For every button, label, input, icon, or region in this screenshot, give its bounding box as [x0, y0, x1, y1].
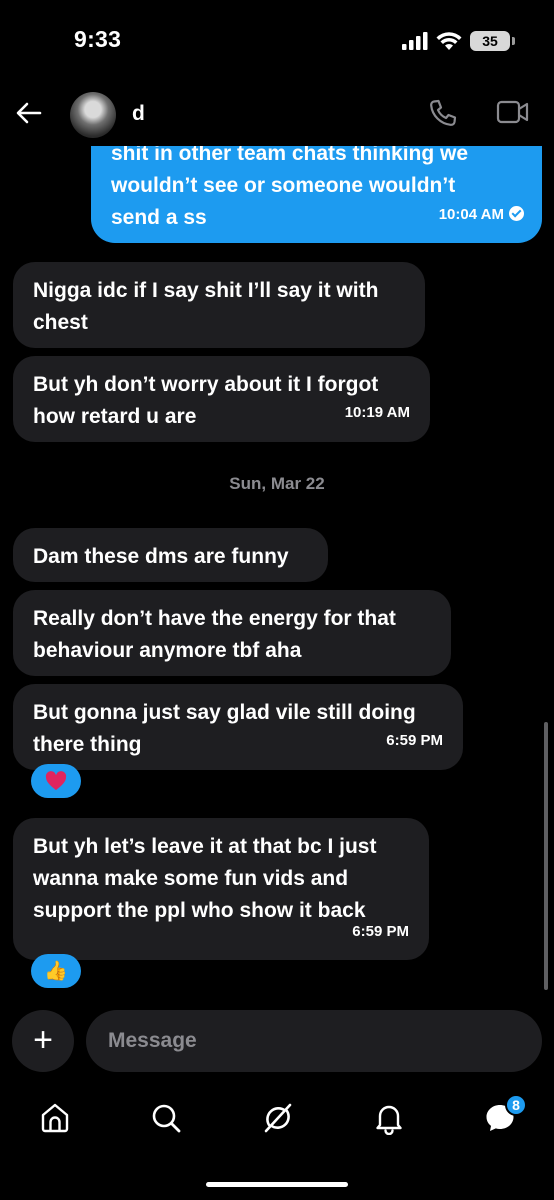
message-text: But gonna just say glad vile still doing… — [33, 701, 416, 756]
tab-notifications[interactable] — [369, 1098, 409, 1138]
search-icon — [152, 1104, 181, 1133]
grok-icon — [264, 1103, 292, 1133]
message-time: 6:59 PM — [352, 923, 409, 940]
heart-icon — [45, 771, 67, 791]
message-received[interactable]: Dam these dms are funny — [13, 528, 328, 582]
message-text: Dam these dms are funny — [33, 545, 289, 568]
message-time: 6:59 PM — [386, 732, 443, 749]
message-time: 10:04 AM — [439, 199, 524, 231]
composer: + Message — [0, 1010, 554, 1072]
scrollbar[interactable] — [544, 722, 548, 990]
message-text: Nigga idc if I say shit I’ll say it with… — [33, 279, 379, 334]
message-received[interactable]: Really don’t have the energy for that be… — [13, 590, 451, 676]
plus-icon: + — [33, 1020, 53, 1059]
message-text: But yh let’s leave it at that bc I just … — [33, 835, 377, 922]
bottom-tab-bar: 8 — [0, 1090, 554, 1150]
add-attachment-button[interactable]: + — [12, 1010, 74, 1072]
avatar[interactable] — [70, 92, 116, 138]
tab-grok[interactable] — [258, 1098, 298, 1138]
message-text: Really don’t have the energy for that be… — [33, 607, 396, 662]
home-icon — [41, 1103, 69, 1133]
tab-search[interactable] — [146, 1098, 186, 1138]
date-separator: Sun, Mar 22 — [229, 474, 325, 493]
video-call-button[interactable] — [496, 98, 532, 130]
message-input[interactable]: Message — [86, 1010, 542, 1072]
thumbs-up-icon: 👍 — [44, 960, 68, 982]
reaction-heart[interactable] — [31, 764, 81, 798]
message-received[interactable]: But gonna just say glad vile still doing… — [13, 684, 463, 770]
chat-thread[interactable]: shit in other team chats thinking we wou… — [0, 0, 554, 1010]
message-time: 10:19 AM — [344, 404, 410, 421]
voice-call-button[interactable] — [428, 98, 460, 130]
back-arrow-icon — [16, 102, 42, 124]
phone-icon — [430, 99, 457, 126]
message-received[interactable]: Nigga idc if I say shit I’ll say it with… — [13, 262, 425, 348]
tab-home[interactable] — [35, 1098, 75, 1138]
conversation-header: d — [0, 84, 554, 146]
message-placeholder: Message — [108, 1029, 197, 1052]
message-received[interactable]: But yh let’s leave it at that bc I just … — [13, 818, 429, 960]
read-check-icon — [509, 206, 524, 221]
reaction-thumbs-up[interactable]: 👍 — [31, 954, 81, 988]
home-indicator — [206, 1182, 348, 1187]
messages-badge: 8 — [505, 1094, 527, 1116]
bell-icon — [376, 1105, 402, 1135]
video-camera-icon — [496, 100, 529, 124]
message-received[interactable]: But yh don’t worry about it I forgot how… — [13, 356, 430, 442]
contact-name[interactable]: d — [132, 102, 145, 126]
back-button[interactable] — [12, 96, 46, 130]
